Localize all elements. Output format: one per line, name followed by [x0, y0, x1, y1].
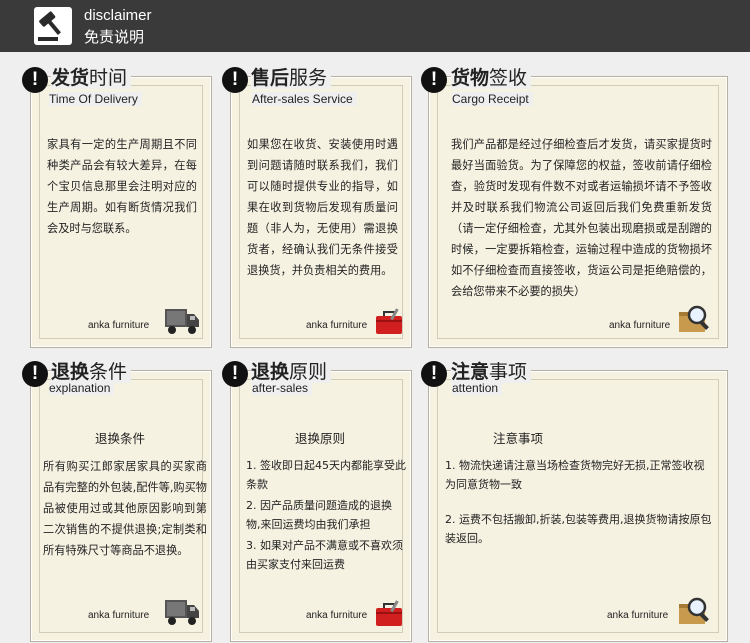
- toolbox-icon: [376, 600, 402, 626]
- exclamation-icon: !: [22, 361, 48, 387]
- card-title: 注意事项: [451, 361, 532, 383]
- exclamation-icon: !: [421, 361, 447, 387]
- exclamation-icon: !: [421, 67, 447, 93]
- card-list: 1. 物流快递请注意当场检查货物完好无损,正常签收视为同意货物一致 2. 运费不…: [445, 456, 715, 550]
- brand-label: anka furniture: [306, 320, 368, 331]
- card-subtitle: After-sales Service: [252, 92, 357, 106]
- truck-icon: [165, 600, 199, 625]
- gavel-icon: [34, 7, 72, 45]
- list-item: 2. 因产品质量问题造成的退换物,来回运费均由我们承担: [246, 499, 392, 531]
- card-title: 售后服务: [251, 67, 332, 89]
- card-title: 发货时间: [51, 67, 132, 89]
- exclamation-icon: !: [222, 361, 248, 387]
- card-subtitle: attention: [452, 381, 503, 395]
- header-title-cn: 免责说明: [84, 28, 145, 46]
- card-body-text: 我们产品都是经过仔细检查后才发货，请买家提货时最好当面验货。为了保障您的权益，签…: [451, 138, 712, 298]
- magnifier-box-icon: [679, 305, 709, 332]
- card-heading: 退换原则: [294, 431, 345, 446]
- header-bar: disclaimer 免责说明: [0, 0, 750, 52]
- card-title: 货物签收: [451, 67, 532, 89]
- card-subtitle: Time Of Delivery: [49, 92, 142, 106]
- list-item: 1. 签收即日起45天内都能享受此条款: [246, 459, 406, 491]
- card-subtitle: explanation: [49, 381, 115, 395]
- card-heading: 注意事项: [492, 431, 543, 446]
- brand-label: anka furniture: [609, 320, 671, 331]
- truck-icon: [165, 309, 199, 334]
- list-item: 2. 运费不包括搬卸,折装,包装等费用,退换货物请按原包装返回。: [445, 513, 712, 545]
- list-item: 1. 物流快递请注意当场检查货物完好无损,正常签收视为同意货物一致: [445, 459, 705, 491]
- exclamation-icon: !: [222, 67, 248, 93]
- card-subtitle: Cargo Receipt: [452, 92, 533, 106]
- toolbox-icon: [376, 308, 402, 334]
- card-list: 1. 签收即日起45天内都能享受此条款 2. 因产品质量问题造成的退换物,来回运…: [246, 456, 406, 576]
- list-item: 3. 如果对产品不满意或不喜欢须由买家支付来回运费: [246, 539, 403, 571]
- brand-label: anka furniture: [88, 610, 150, 621]
- card-body-text: 如果您在收货、安装使用时遇到问题请随时联系我们，我们可以随时提供专业的指导，如果…: [247, 138, 398, 277]
- card-heading: 退换条件: [94, 431, 145, 446]
- card-title: 退换条件: [51, 361, 132, 383]
- card-body-text: 所有购买江郎家居家具的买家商品有完整的外包装,配件等,购买物品被使用过或其他原因…: [43, 460, 207, 557]
- brand-label: anka furniture: [88, 320, 150, 331]
- card-body-text: 家具有一定的生产周期且不同种类产品会有较大差异，在每个宝贝信息那里会注明对应的生…: [47, 138, 197, 235]
- header-title-en: disclaimer: [84, 7, 152, 24]
- card-title: 退换原则: [251, 361, 332, 383]
- brand-label: anka furniture: [607, 610, 669, 621]
- exclamation-icon: !: [22, 67, 48, 93]
- brand-label: anka furniture: [306, 610, 368, 621]
- magnifier-box-icon: [679, 597, 709, 624]
- card-subtitle: after-sales: [252, 381, 313, 395]
